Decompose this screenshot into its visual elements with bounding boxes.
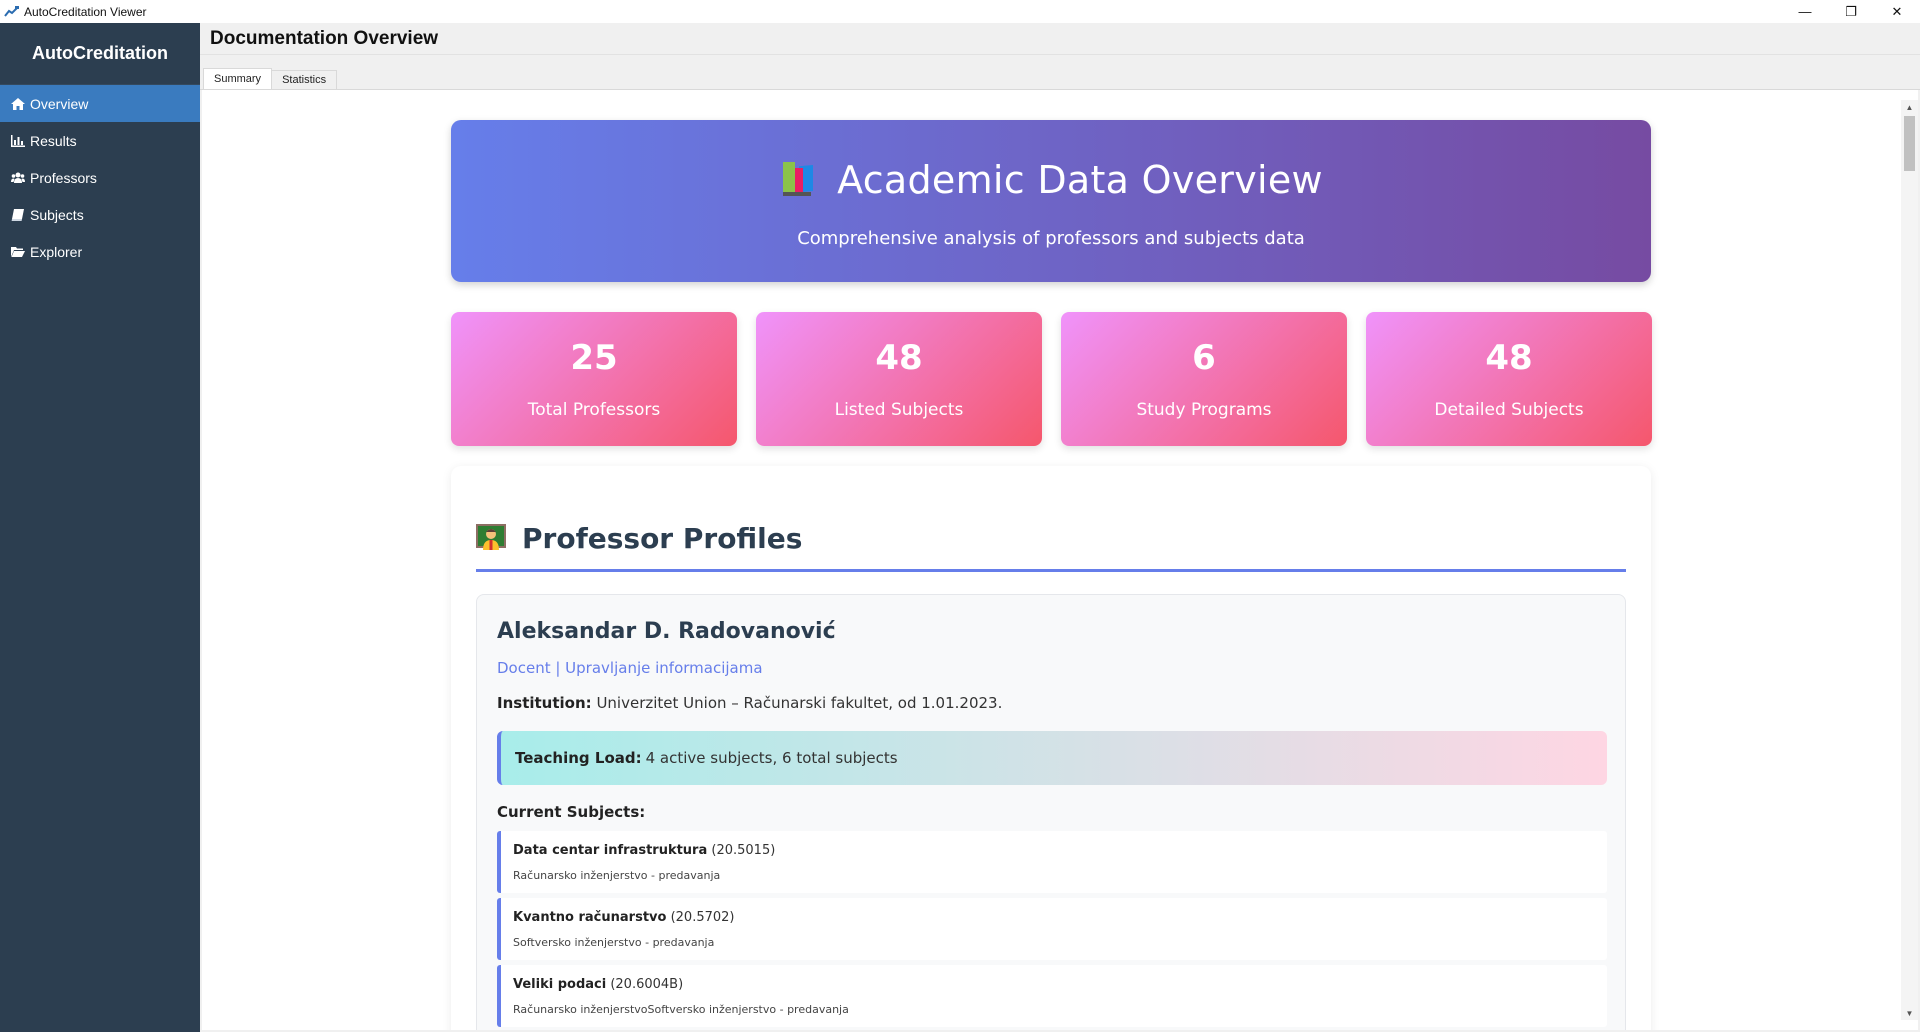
vertical-scrollbar[interactable]: ▲ ▼ <box>1901 100 1918 1020</box>
bar-chart-icon <box>10 134 26 148</box>
subject-name: Veliki podaci <box>513 977 607 992</box>
hero-title: Academic Data Overview <box>837 158 1323 202</box>
minimize-button[interactable]: — <box>1782 0 1828 23</box>
subject-program: Računarsko inženjerstvoSoftversko inženj… <box>513 1003 849 1016</box>
stat-value: 48 <box>1485 338 1533 378</box>
close-button[interactable]: ✕ <box>1874 0 1920 23</box>
teaching-load-value: 4 active subjects, 6 total subjects <box>645 749 898 767</box>
users-icon <box>10 171 26 185</box>
stat-label: Listed Subjects <box>834 400 964 420</box>
subject-item: Kvantno računarstvo (20.5702) Softversko… <box>497 898 1607 960</box>
sidebar-item-subjects[interactable]: Subjects <box>0 196 200 233</box>
professor-profiles-section: Professor Profiles Aleksandar D. Radovan… <box>451 466 1651 1030</box>
page-title: Documentation Overview <box>200 23 1920 55</box>
book-icon <box>10 208 26 222</box>
stat-card-professors: 25 Total Professors <box>451 312 737 446</box>
hero-subtitle: Comprehensive analysis of professors and… <box>797 228 1305 249</box>
subject-item: Veliki podaci (20.6004B) Računarsko inže… <box>497 965 1607 1027</box>
scrollbar-thumb[interactable] <box>1904 116 1915 171</box>
teacher-icon <box>476 522 506 552</box>
section-title: Professor Profiles <box>522 522 803 555</box>
stat-value: 25 <box>570 338 618 378</box>
window-title: AutoCreditation Viewer <box>24 4 147 19</box>
sidebar-item-label: Professors <box>30 169 97 186</box>
institution-label: Institution: <box>497 694 592 712</box>
restore-button[interactable]: ❐ <box>1828 0 1874 23</box>
stat-card-listed-subjects: 48 Listed Subjects <box>756 312 1042 446</box>
teaching-load-box: Teaching Load: 4 active subjects, 6 tota… <box>497 731 1607 785</box>
professor-card: Aleksandar D. Radovanović Docent | Uprav… <box>476 594 1626 1030</box>
subject-program: Računarsko inženjerstvo - predavanja <box>513 869 721 882</box>
professor-institution: Institution: Univerzitet Union – Računar… <box>497 694 1002 712</box>
tab-bar: Summary Statistics <box>200 55 1920 90</box>
subject-program: Softversko inženjerstvo - predavanja <box>513 936 715 949</box>
sidebar: AutoCreditation Overview Results Profess… <box>0 23 200 1032</box>
books-icon <box>779 160 817 200</box>
stat-label: Study Programs <box>1136 400 1272 420</box>
window-titlebar: AutoCreditation Viewer — ❐ ✕ <box>0 0 1920 23</box>
stat-card-detailed-subjects: 48 Detailed Subjects <box>1366 312 1652 446</box>
sidebar-item-professors[interactable]: Professors <box>0 159 200 196</box>
folder-open-icon <box>10 245 26 259</box>
sidebar-item-overview[interactable]: Overview <box>0 85 200 122</box>
stat-label: Detailed Subjects <box>1434 400 1584 420</box>
institution-value: Univerzitet Union – Računarski fakultet,… <box>596 694 1003 712</box>
tab-summary[interactable]: Summary <box>203 68 273 89</box>
sidebar-item-label: Results <box>30 132 77 149</box>
home-icon <box>10 97 26 111</box>
current-subjects-label: Current Subjects: <box>497 803 646 821</box>
subject-code: (20.5015) <box>711 843 776 858</box>
hero-banner: Academic Data Overview Comprehensive ana… <box>451 120 1651 282</box>
tab-statistics[interactable]: Statistics <box>271 70 338 89</box>
subject-code: (20.5702) <box>670 910 735 925</box>
teaching-load-label: Teaching Load: <box>515 749 642 767</box>
stat-value: 48 <box>875 338 923 378</box>
stat-value: 6 <box>1192 338 1216 378</box>
scroll-down-icon[interactable]: ▼ <box>1901 1006 1918 1020</box>
sidebar-item-explorer[interactable]: Explorer <box>0 233 200 270</box>
sidebar-item-label: Overview <box>30 95 89 112</box>
stat-label: Total Professors <box>527 400 661 420</box>
app-logo-icon <box>4 5 20 19</box>
content-panel: Academic Data Overview Comprehensive ana… <box>202 90 1918 1030</box>
professor-role: Docent | Upravljanje informacijama <box>497 659 763 677</box>
subject-code: (20.6004B) <box>610 977 684 992</box>
scroll-up-icon[interactable]: ▲ <box>1901 100 1918 114</box>
sidebar-item-results[interactable]: Results <box>0 122 200 159</box>
stat-card-study-programs: 6 Study Programs <box>1061 312 1347 446</box>
main-area: Documentation Overview Summary Statistic… <box>200 23 1920 1032</box>
subject-name: Kvantno računarstvo <box>513 910 667 925</box>
sidebar-brand: AutoCreditation <box>0 23 200 85</box>
subject-item: Data centar infrastruktura (20.5015) Rač… <box>497 831 1607 893</box>
subject-name: Data centar infrastruktura <box>513 843 708 858</box>
sidebar-item-label: Subjects <box>30 206 84 223</box>
sidebar-item-label: Explorer <box>30 243 83 260</box>
professor-name: Aleksandar D. Radovanović <box>497 619 836 644</box>
